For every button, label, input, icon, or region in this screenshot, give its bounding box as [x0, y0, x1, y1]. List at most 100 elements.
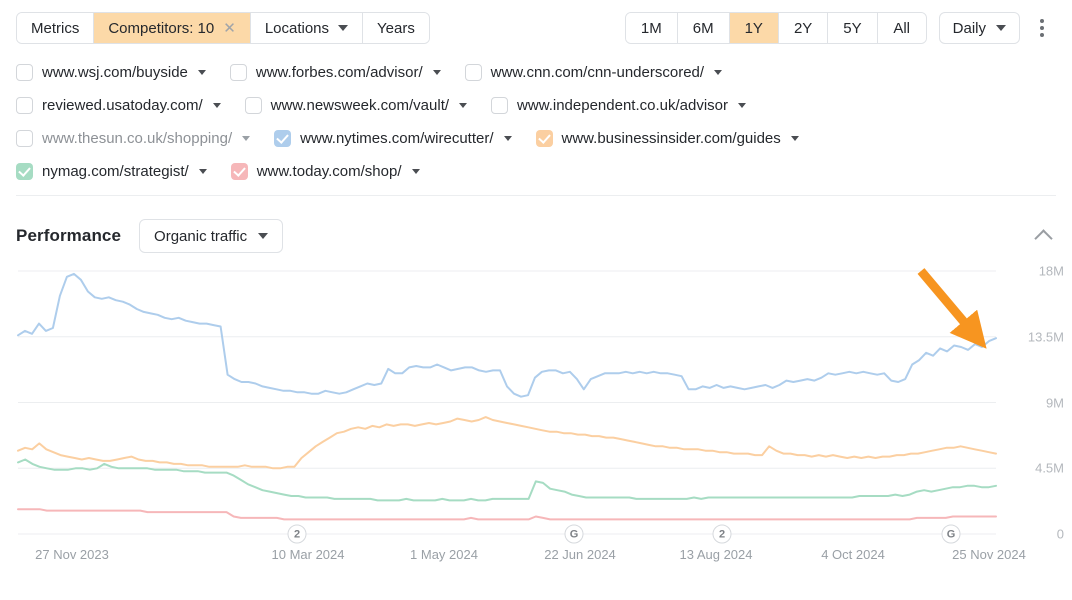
chevron-down-icon[interactable]: [242, 136, 250, 141]
x-axis-tick: 22 Jun 2024: [544, 547, 616, 562]
competitor-label: www.cnn.com/cnn-underscored/: [491, 64, 704, 81]
chart-gridlines: [18, 271, 996, 534]
range-6m[interactable]: 6M: [678, 13, 730, 43]
y-axis-tick: 0: [1057, 527, 1064, 542]
filter-segmented-group: Metrics Competitors: 10 ✕ Locations Year…: [16, 12, 430, 44]
checkbox-nytimes[interactable]: [274, 130, 291, 147]
competitor-row: nymag.com/strategist/ www.today.com/shop…: [16, 155, 1056, 188]
competitor-label: www.nytimes.com/wirecutter/: [300, 130, 493, 147]
arrow-annotation: [921, 271, 975, 335]
range-5y-label: 5Y: [843, 20, 861, 37]
x-axis-tick: 13 Aug 2024: [679, 547, 752, 562]
checkbox-cnn[interactable]: [465, 64, 482, 81]
range-all-label: All: [893, 20, 910, 37]
chevron-down-icon[interactable]: [738, 103, 746, 108]
competitor-label: www.independent.co.uk/advisor: [517, 97, 728, 114]
performance-chart: 18M13.5M9M4.5M0 27 Nov 202310 Mar 20241 …: [0, 258, 1072, 588]
competitor-item-nytimes[interactable]: www.nytimes.com/wirecutter/: [274, 130, 511, 147]
chart-line: [18, 274, 996, 397]
competitor-row: reviewed.usatoday.com/ www.newsweek.com/…: [16, 89, 1056, 122]
checkbox-newsweek[interactable]: [245, 97, 262, 114]
competitor-label: reviewed.usatoday.com/: [42, 97, 203, 114]
chart-line: [18, 417, 996, 468]
filter-competitors-label: Competitors: 10: [108, 20, 214, 37]
x-axis-tick: 25 Nov 2024: [952, 547, 1026, 562]
x-axis-tick: 4 Oct 2024: [821, 547, 885, 562]
competitor-label: nymag.com/strategist/: [42, 163, 189, 180]
filter-locations[interactable]: Locations: [251, 13, 363, 43]
checkbox-businessinsider[interactable]: [536, 130, 553, 147]
range-1m-label: 1M: [641, 20, 662, 37]
competitor-label: www.forbes.com/advisor/: [256, 64, 423, 81]
chart-line: [18, 509, 996, 519]
kebab-menu-icon[interactable]: [1030, 14, 1054, 42]
competitor-item-nymag[interactable]: nymag.com/strategist/: [16, 163, 207, 180]
competitor-label: www.wsj.com/buyside: [42, 64, 188, 81]
competitor-item-independent[interactable]: www.independent.co.uk/advisor: [491, 97, 746, 114]
chevron-up-icon[interactable]: [1034, 229, 1052, 247]
chevron-down-icon[interactable]: [433, 70, 441, 75]
competitor-item-businessinsider[interactable]: www.businessinsider.com/guides: [536, 130, 799, 147]
metric-dropdown-label: Organic traffic: [154, 228, 247, 245]
event-marker[interactable]: 2: [713, 525, 732, 544]
chart-canvas: [0, 258, 1072, 588]
competitor-item-today[interactable]: www.today.com/shop/: [231, 163, 420, 180]
toolbar: Metrics Competitors: 10 ✕ Locations Year…: [0, 0, 1072, 52]
checkbox-thesun[interactable]: [16, 130, 33, 147]
checkbox-forbes[interactable]: [230, 64, 247, 81]
chevron-down-icon[interactable]: [213, 103, 221, 108]
competitor-item-usatoday[interactable]: reviewed.usatoday.com/: [16, 97, 221, 114]
event-marker[interactable]: 2: [288, 525, 307, 544]
performance-header: Performance Organic traffic: [0, 196, 1072, 258]
chevron-down-icon[interactable]: [504, 136, 512, 141]
filter-years-label: Years: [377, 20, 415, 37]
chevron-down-icon[interactable]: [714, 70, 722, 75]
close-icon[interactable]: ✕: [221, 21, 236, 36]
chevron-down-icon[interactable]: [459, 103, 467, 108]
range-2y[interactable]: 2Y: [779, 13, 828, 43]
chart-series: [18, 274, 996, 520]
x-axis-tick: 1 May 2024: [410, 547, 478, 562]
filter-locations-label: Locations: [265, 20, 329, 37]
range-1y[interactable]: 1Y: [730, 13, 779, 43]
x-axis-tick: 10 Mar 2024: [272, 547, 345, 562]
y-axis-tick: 13.5M: [1028, 329, 1064, 344]
filter-metrics[interactable]: Metrics: [17, 13, 94, 43]
range-6m-label: 6M: [693, 20, 714, 37]
chevron-down-icon[interactable]: [198, 70, 206, 75]
filter-competitors[interactable]: Competitors: 10 ✕: [94, 13, 250, 43]
range-all[interactable]: All: [878, 13, 926, 43]
filter-years[interactable]: Years: [363, 13, 429, 43]
y-axis-tick: 9M: [1046, 395, 1064, 410]
event-marker[interactable]: G: [942, 525, 961, 544]
chevron-down-icon: [258, 233, 268, 239]
competitor-item-forbes[interactable]: www.forbes.com/advisor/: [230, 64, 441, 81]
date-range-group: 1M 6M 1Y 2Y 5Y All: [625, 12, 927, 44]
chevron-down-icon[interactable]: [791, 136, 799, 141]
metric-dropdown[interactable]: Organic traffic: [139, 219, 283, 253]
checkbox-usatoday[interactable]: [16, 97, 33, 114]
chevron-down-icon[interactable]: [199, 169, 207, 174]
checkbox-today[interactable]: [231, 163, 248, 180]
event-marker[interactable]: G: [565, 525, 584, 544]
chevron-down-icon[interactable]: [412, 169, 420, 174]
checkbox-independent[interactable]: [491, 97, 508, 114]
kebab-dot: [1040, 26, 1044, 30]
range-5y[interactable]: 5Y: [828, 13, 877, 43]
checkbox-wsj[interactable]: [16, 64, 33, 81]
x-axis-tick: 27 Nov 2023: [35, 547, 109, 562]
page-title: Performance: [16, 226, 121, 246]
granularity-dropdown[interactable]: Daily: [939, 12, 1020, 44]
competitor-item-newsweek[interactable]: www.newsweek.com/vault/: [245, 97, 467, 114]
checkbox-nymag[interactable]: [16, 163, 33, 180]
range-1y-label: 1Y: [745, 20, 763, 37]
competitor-row: www.thesun.co.uk/shopping/ www.nytimes.c…: [16, 122, 1056, 155]
kebab-dot: [1040, 33, 1044, 37]
competitor-item-thesun[interactable]: www.thesun.co.uk/shopping/: [16, 130, 250, 147]
kebab-dot: [1040, 19, 1044, 23]
range-1m[interactable]: 1M: [626, 13, 678, 43]
competitor-item-wsj[interactable]: www.wsj.com/buyside: [16, 64, 206, 81]
chart-line: [18, 460, 996, 501]
competitor-label: www.thesun.co.uk/shopping/: [42, 130, 232, 147]
competitor-item-cnn[interactable]: www.cnn.com/cnn-underscored/: [465, 64, 722, 81]
